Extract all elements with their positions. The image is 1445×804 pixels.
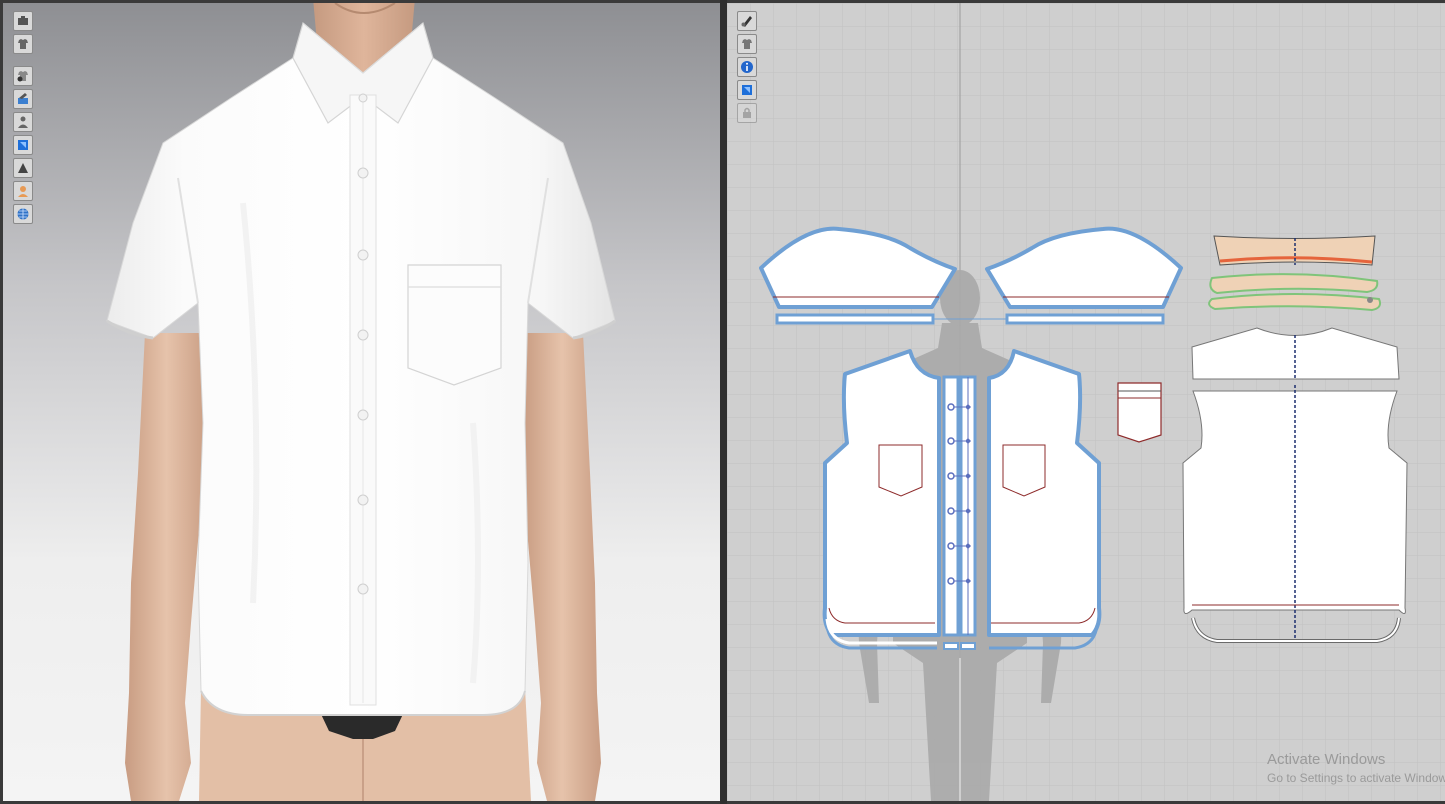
garment-display-icon[interactable] — [13, 34, 33, 54]
viewport-splitter[interactable] — [720, 0, 727, 804]
pattern-back[interactable] — [1182, 385, 1408, 643]
shirt-pocket — [407, 264, 502, 386]
fabric-icon[interactable] — [737, 80, 757, 100]
avatar-right-arm — [523, 333, 601, 801]
lock-icon[interactable] — [737, 103, 757, 123]
pattern-canvas[interactable] — [727, 3, 1445, 801]
info-icon[interactable] — [737, 57, 757, 77]
avatar-display-icon[interactable] — [13, 181, 33, 201]
fabric-display-icon[interactable] — [13, 135, 33, 155]
camera-icon[interactable] — [13, 11, 33, 31]
surface-shading-icon[interactable] — [13, 158, 33, 178]
3d-viewport[interactable] — [3, 3, 720, 801]
2d-pattern-viewport[interactable]: Activate Windows Go to Settings to activ… — [727, 3, 1445, 801]
3d-toolbar — [13, 11, 33, 224]
avatar-left-arm — [125, 333, 208, 801]
pattern-pocket[interactable] — [1117, 382, 1162, 443]
globe-icon[interactable] — [13, 204, 33, 224]
3d-scene — [106, 3, 616, 801]
avatar-visibility-icon[interactable] — [13, 112, 33, 132]
garment-visibility-icon[interactable] — [13, 66, 33, 86]
pattern-placket[interactable] — [942, 375, 977, 650]
texture-icon[interactable] — [13, 89, 33, 109]
pattern-display-icon[interactable] — [737, 34, 757, 54]
pen-tool-icon[interactable] — [737, 11, 757, 31]
2d-toolbar — [737, 11, 757, 123]
